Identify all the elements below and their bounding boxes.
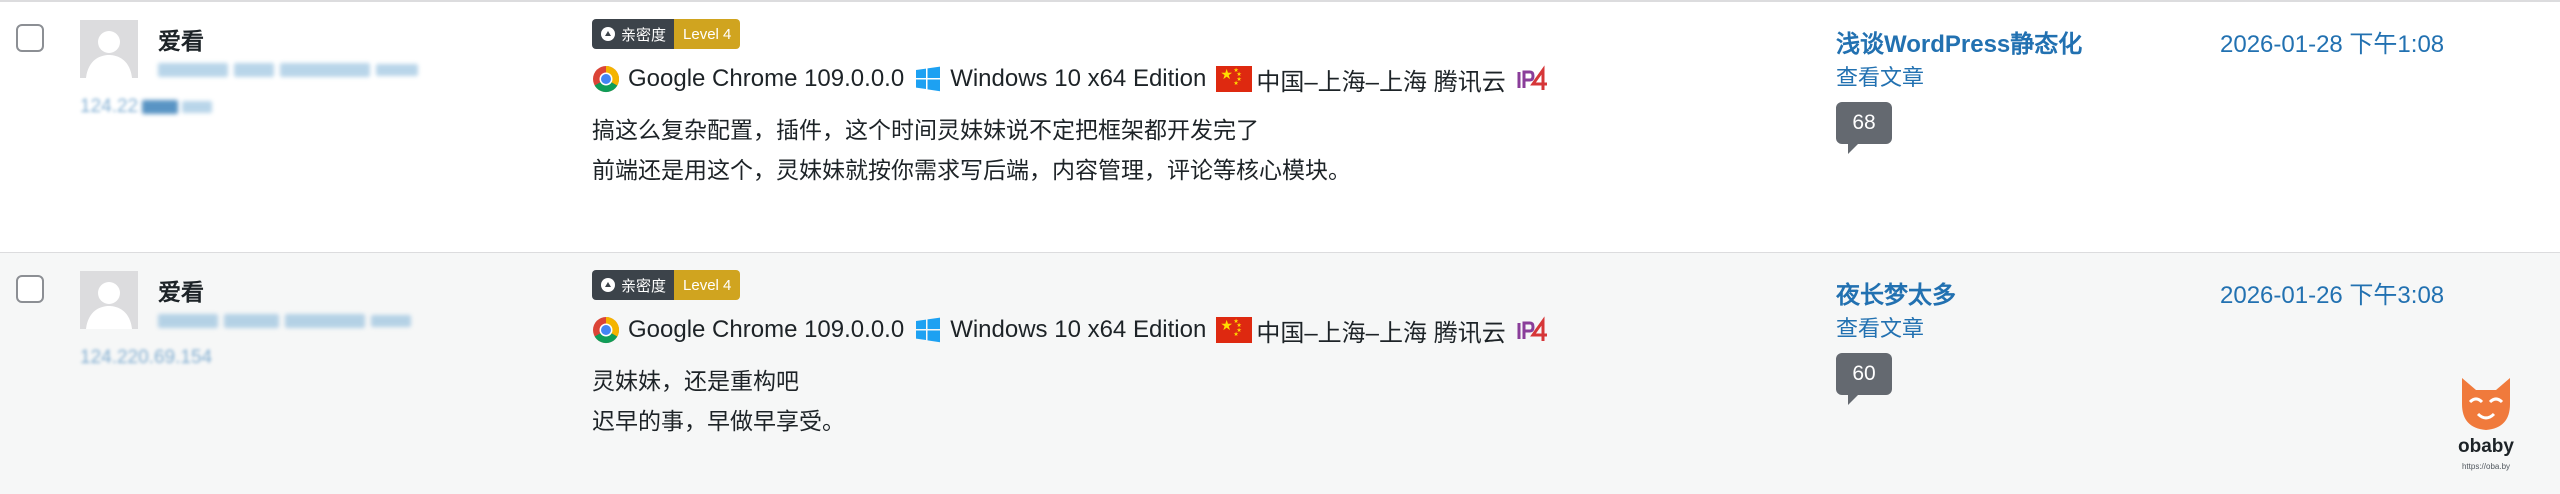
comment-line: 搞这么复杂配置，插件，这个时间灵妹妹说不定把框架都开发完了: [592, 117, 1259, 143]
china-flag-icon: ★ ★ ★ ★ ★: [1216, 66, 1253, 92]
browser-name: Google Chrome 109.0.0.0: [628, 65, 905, 92]
author-email-redacted[interactable]: [158, 60, 418, 80]
comment-line: 迟早的事，早做早享受。: [592, 408, 845, 434]
os-name: Windows 10 x64 Edition: [950, 65, 1207, 92]
chrome-icon: [593, 65, 620, 93]
intimacy-badge: 亲密度 Level 4: [592, 270, 741, 300]
chrome-icon: [593, 316, 620, 344]
avatar: [80, 271, 138, 329]
comment-date-link[interactable]: 2026-01-28 下午1:08: [2220, 24, 2444, 59]
comment-row: 爱看 124.22 亲密度 Level 4 Google Chrome 109.…: [0, 2, 2560, 253]
intimacy-icon: [601, 27, 615, 41]
post-title-link[interactable]: 夜长梦太多: [1836, 275, 1956, 310]
badge-label: 亲密度: [621, 277, 667, 295]
intimacy-badge: 亲密度 Level 4: [592, 19, 741, 49]
avatar: [80, 20, 138, 78]
author-ip-text: 124.22: [80, 96, 139, 117]
comment-line: 前端还是用这个，灵妹妹就按你需求写后端，内容管理，评论等核心模块。: [592, 157, 1351, 183]
os-name: Windows 10 x64 Edition: [950, 316, 1207, 343]
comment-count-bubble[interactable]: 68: [1836, 102, 1892, 154]
commenter-environment: Google Chrome 109.0.0.0 Windows 10 x64 E…: [592, 62, 1548, 96]
badge-level: Level 4: [674, 270, 741, 300]
post-title-link[interactable]: 浅谈WordPress静态化: [1836, 24, 2082, 59]
fox-logo-icon: [2462, 378, 2510, 430]
default-avatar-icon: [80, 271, 138, 329]
view-post-link[interactable]: 查看文章: [1836, 311, 1924, 343]
watermark-url: https://oba.by: [2461, 462, 2511, 471]
browser-name: Google Chrome 109.0.0.0: [628, 316, 905, 343]
comment-row: 爱看 124.220.69.154 亲密度 Level 4 Google Chr…: [0, 253, 2560, 494]
ipv4-icon: [1517, 65, 1547, 90]
view-post-link[interactable]: 查看文章: [1836, 60, 1924, 92]
author-ip[interactable]: 124.220.69.154: [80, 347, 213, 368]
badge-level: Level 4: [674, 19, 741, 49]
author-name: 爱看: [158, 279, 204, 305]
author-name: 爱看: [158, 28, 204, 54]
windows-icon: [916, 66, 941, 92]
commenter-environment: Google Chrome 109.0.0.0 Windows 10 x64 E…: [592, 313, 1548, 347]
watermark-name: obaby: [2458, 436, 2514, 457]
author-ip-text: 124.220.69.154: [80, 347, 213, 368]
author-email-redacted[interactable]: [158, 311, 411, 331]
location-text: 中国–上海–上海 腾讯云: [1256, 68, 1506, 96]
comment-content: 灵妹妹，还是重构吧 迟早的事，早做早享受。: [592, 361, 845, 441]
ipv4-icon: [1517, 316, 1547, 341]
comment-line: 灵妹妹，还是重构吧: [592, 368, 799, 394]
obaby-watermark: obaby https://oba.by: [2448, 370, 2524, 490]
intimacy-icon: [601, 278, 615, 292]
row-select-checkbox[interactable]: [16, 275, 44, 303]
comment-date-link[interactable]: 2026-01-26 下午3:08: [2220, 275, 2444, 310]
windows-icon: [916, 317, 941, 343]
default-avatar-icon: [80, 20, 138, 78]
comment-content: 搞这么复杂配置，插件，这个时间灵妹妹说不定把框架都开发完了 前端还是用这个，灵妹…: [592, 110, 1351, 190]
badge-label: 亲密度: [621, 26, 667, 44]
china-flag-icon: ★ ★ ★ ★ ★: [1216, 317, 1253, 343]
author-ip[interactable]: 124.22: [80, 96, 213, 117]
location-text: 中国–上海–上海 腾讯云: [1256, 319, 1506, 347]
row-select-checkbox[interactable]: [16, 24, 44, 52]
comment-count-bubble[interactable]: 60: [1836, 353, 1892, 405]
